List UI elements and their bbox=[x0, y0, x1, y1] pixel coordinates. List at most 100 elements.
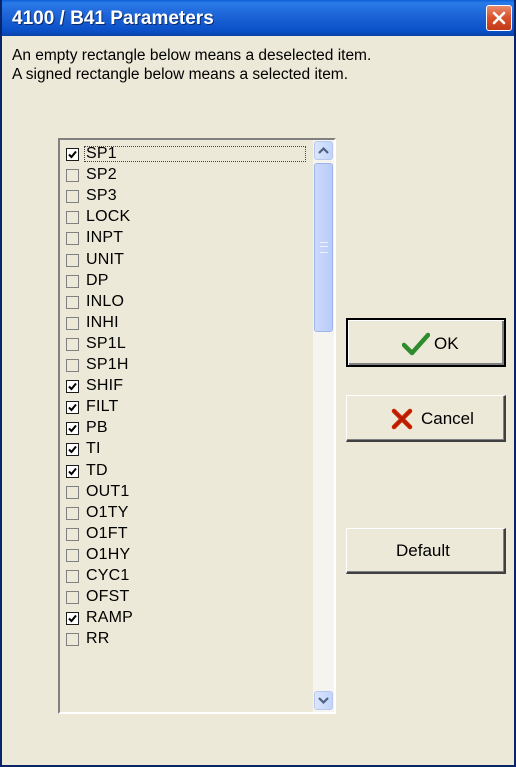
grip-icon bbox=[320, 242, 328, 253]
list-item[interactable]: LOCK bbox=[60, 206, 313, 227]
list-item[interactable]: DP bbox=[60, 270, 313, 291]
vertical-scrollbar[interactable] bbox=[313, 140, 334, 712]
check-icon bbox=[68, 615, 77, 623]
check-icon bbox=[68, 467, 77, 475]
item-label: O1FT bbox=[86, 524, 128, 542]
list-item[interactable]: TI bbox=[60, 438, 313, 459]
list-item[interactable]: SP1L bbox=[60, 333, 313, 354]
item-checkbox[interactable] bbox=[66, 253, 79, 267]
list-item[interactable]: RAMP bbox=[60, 607, 313, 628]
item-label: O1TY bbox=[86, 503, 129, 521]
item-label: LOCK bbox=[86, 208, 131, 226]
item-label: O1HY bbox=[86, 545, 131, 563]
item-checkbox[interactable] bbox=[66, 527, 79, 541]
checklist-items: SP1 SP2 SP3 LOCK INPT UNIT DP INLO INHI SP1L SP1H S… bbox=[60, 140, 313, 712]
item-label: SP1L bbox=[86, 334, 126, 352]
item-checkbox[interactable] bbox=[66, 211, 79, 225]
default-label: Default bbox=[396, 541, 450, 560]
dialog-window: 4100 / B41 Parameters An empty rectangle… bbox=[0, 0, 516, 767]
chevron-down-icon bbox=[318, 697, 329, 705]
item-label: DP bbox=[86, 271, 109, 289]
item-checkbox[interactable] bbox=[66, 633, 79, 647]
item-label: SP3 bbox=[86, 187, 117, 205]
scroll-thumb[interactable] bbox=[314, 163, 333, 332]
item-checkbox[interactable] bbox=[66, 548, 79, 562]
item-checkbox[interactable] bbox=[66, 274, 79, 288]
item-label: INLO bbox=[86, 292, 125, 310]
item-checkbox[interactable] bbox=[66, 570, 79, 583]
item-label: TI bbox=[86, 440, 101, 458]
list-item[interactable]: INPT bbox=[60, 227, 313, 248]
item-checkbox[interactable] bbox=[66, 443, 79, 457]
item-checkbox[interactable] bbox=[66, 316, 79, 330]
check-icon bbox=[68, 150, 77, 159]
item-checkbox[interactable] bbox=[66, 401, 79, 415]
item-label: RR bbox=[86, 630, 110, 648]
item-label: SP2 bbox=[86, 166, 117, 184]
scroll-down-button[interactable] bbox=[314, 691, 333, 710]
list-item[interactable]: CYC1 bbox=[60, 565, 313, 586]
item-label: INHI bbox=[86, 313, 119, 331]
list-item[interactable]: RR bbox=[60, 628, 313, 649]
window-title: 4100 / B41 Parameters bbox=[12, 8, 214, 29]
list-item[interactable]: SP2 bbox=[60, 164, 313, 185]
scroll-up-button[interactable] bbox=[314, 141, 333, 160]
item-checkbox[interactable] bbox=[66, 190, 79, 204]
list-item[interactable]: O1HY bbox=[60, 544, 313, 565]
default-button[interactable]: Default bbox=[346, 528, 506, 574]
list-item[interactable]: SP3 bbox=[60, 185, 313, 206]
list-item[interactable]: O1FT bbox=[60, 523, 313, 544]
close-button[interactable] bbox=[486, 5, 512, 31]
check-icon bbox=[68, 425, 77, 433]
list-item[interactable]: TD bbox=[60, 460, 313, 481]
list-item[interactable]: PB bbox=[60, 417, 313, 438]
focus-rectangle bbox=[84, 146, 306, 162]
cancel-button[interactable]: Cancel bbox=[346, 395, 506, 442]
item-checkbox[interactable] bbox=[66, 169, 79, 183]
list-item[interactable]: INLO bbox=[60, 291, 313, 312]
checkmark-icon bbox=[402, 332, 430, 356]
item-checkbox[interactable] bbox=[66, 612, 79, 626]
item-checkbox[interactable] bbox=[66, 506, 79, 520]
item-checkbox[interactable] bbox=[66, 359, 79, 372]
item-checkbox[interactable] bbox=[66, 337, 79, 351]
item-label: PB bbox=[86, 419, 108, 437]
item-label: SHIF bbox=[86, 377, 124, 395]
parameter-checklist[interactable]: SP1 SP2 SP3 LOCK INPT UNIT DP INLO INHI SP1L SP1H S… bbox=[58, 138, 336, 714]
item-label: RAMP bbox=[86, 609, 134, 627]
item-label: FILT bbox=[86, 398, 119, 416]
item-checkbox[interactable] bbox=[66, 295, 79, 309]
item-checkbox[interactable] bbox=[66, 422, 79, 436]
list-item[interactable]: SP1H bbox=[60, 354, 313, 375]
item-label: CYC1 bbox=[86, 567, 130, 584]
list-item[interactable]: OFST bbox=[60, 586, 313, 607]
list-item[interactable]: UNIT bbox=[60, 249, 313, 270]
info-line-selected: A signed rectangle below means a selecte… bbox=[12, 66, 349, 83]
ok-label: OK bbox=[434, 334, 459, 353]
x-icon bbox=[391, 408, 413, 430]
title-bar[interactable]: 4100 / B41 Parameters bbox=[2, 0, 514, 36]
list-item[interactable]: INHI bbox=[60, 312, 313, 333]
ok-button[interactable]: OK bbox=[346, 318, 506, 367]
check-icon bbox=[68, 382, 77, 391]
check-icon bbox=[68, 404, 77, 412]
close-icon bbox=[492, 11, 506, 25]
item-checkbox[interactable] bbox=[66, 485, 79, 499]
cancel-label: Cancel bbox=[421, 409, 474, 428]
chevron-up-icon bbox=[318, 146, 329, 154]
item-label: UNIT bbox=[86, 250, 125, 268]
list-item[interactable]: O1TY bbox=[60, 502, 313, 523]
item-checkbox[interactable] bbox=[66, 464, 79, 478]
list-item[interactable]: OUT1 bbox=[60, 481, 313, 502]
list-item[interactable]: SHIF bbox=[60, 375, 313, 396]
item-label: TD bbox=[86, 461, 108, 479]
info-text: An empty rectangle below means a deselec… bbox=[12, 46, 502, 84]
item-checkbox[interactable] bbox=[66, 591, 79, 605]
list-item[interactable]: SP1 bbox=[60, 143, 313, 164]
item-checkbox[interactable] bbox=[66, 232, 79, 246]
item-label: OFST bbox=[86, 588, 130, 606]
item-checkbox[interactable] bbox=[66, 148, 79, 161]
item-label: INPT bbox=[86, 229, 124, 247]
item-checkbox[interactable] bbox=[66, 380, 79, 394]
list-item[interactable]: FILT bbox=[60, 396, 313, 417]
